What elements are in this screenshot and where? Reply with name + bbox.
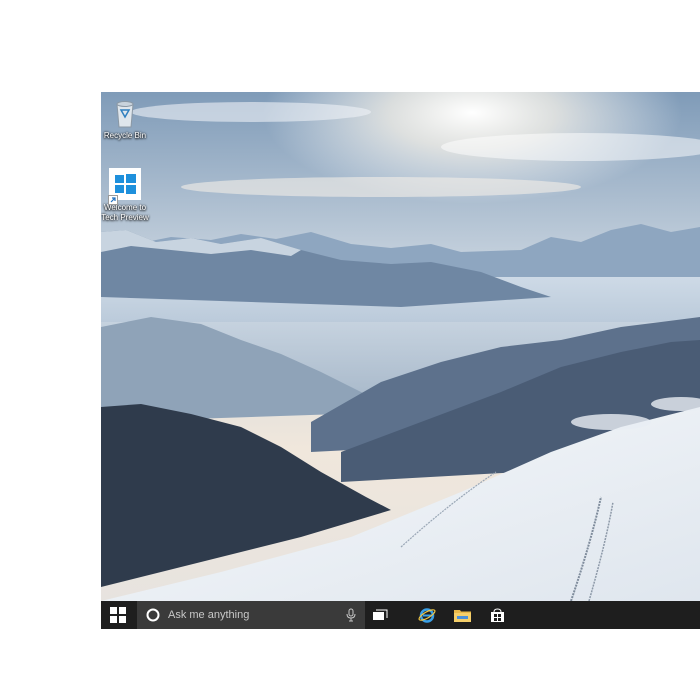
windows-logo-icon: [110, 607, 126, 623]
recycle-bin-icon: [108, 96, 142, 130]
welcome-label-line2: Tech Preview: [101, 213, 149, 222]
recycle-bin-label: Recycle Bin: [103, 131, 147, 140]
desktop-icon-welcome-tech-preview[interactable]: Welcome to Tech Preview: [101, 168, 151, 223]
start-button[interactable]: [101, 601, 135, 629]
desktop-wallpaper: [101, 92, 700, 601]
shortcut-arrow-icon: [108, 195, 118, 205]
microphone-icon[interactable]: [345, 608, 357, 622]
search-placeholder: Ask me anything: [168, 609, 250, 621]
taskbar: Ask me anything: [101, 601, 700, 629]
store-button[interactable]: [482, 601, 512, 629]
internet-explorer-icon: [418, 608, 436, 623]
internet-explorer-button[interactable]: [412, 601, 442, 629]
task-view-button[interactable]: [365, 601, 395, 629]
desktop-screen: Recycle Bin Welcome to Tech Preview Ask …: [101, 92, 700, 629]
store-icon: [490, 607, 504, 622]
cortana-icon: [146, 608, 160, 622]
task-view-icon: [373, 609, 388, 620]
desktop-icon-recycle-bin[interactable]: Recycle Bin: [101, 96, 151, 141]
search-box[interactable]: Ask me anything: [137, 601, 365, 629]
welcome-icon-frame: [108, 168, 142, 205]
file-explorer-icon: [453, 610, 471, 622]
file-explorer-button[interactable]: [447, 601, 477, 629]
